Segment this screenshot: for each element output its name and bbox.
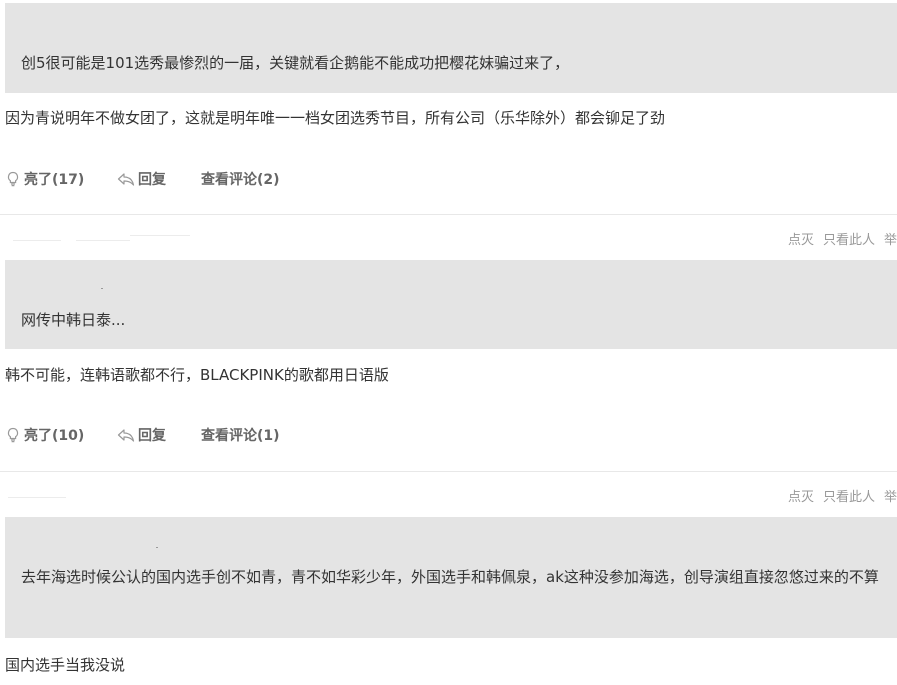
lightbulb-icon: [7, 427, 19, 443]
light-button[interactable]: 亮了(17): [5, 169, 117, 189]
username-placeholder: [76, 240, 130, 241]
only-this-user-link[interactable]: 只看此人: [823, 486, 875, 505]
reply-actions: 亮了(10) 回复 查看评论(1): [5, 425, 280, 445]
light-button[interactable]: 亮了(10): [5, 425, 117, 445]
report-link[interactable]: 举: [884, 229, 897, 248]
report-link[interactable]: 举: [884, 486, 897, 505]
quote-text: 去年海选时候公认的国内选手创不如青，青不如华彩少年，外国选手和韩佩泉，ak这种没…: [21, 568, 879, 586]
quote-text: 创5很可能是101选秀最惨烈的一届，关键就看企鹅能不能成功把樱花妹骗过来了，: [21, 54, 570, 72]
reply-button[interactable]: 回复: [117, 169, 201, 189]
dot: [156, 547, 158, 548]
light-count: 亮了(10): [24, 428, 85, 444]
reply-text: 国内选手当我没说: [5, 656, 126, 674]
reply-meta-links: 点灭 只看此人 举: [779, 229, 897, 248]
reply-arrow-icon: [117, 173, 135, 186]
view-comments-link[interactable]: 查看评论(2): [201, 169, 280, 189]
username-placeholder: [13, 240, 61, 241]
dot: [101, 288, 103, 289]
dislike-link[interactable]: 点灭: [788, 486, 814, 505]
divider: [0, 471, 897, 472]
divider: [0, 214, 897, 215]
view-comments-link[interactable]: 查看评论(1): [201, 425, 280, 445]
reply-button[interactable]: 回复: [117, 425, 201, 445]
quoted-comment: 网传中韩日泰...: [5, 260, 897, 349]
comment-thread: 创5很可能是101选秀最惨烈的一届，关键就看企鹅能不能成功把樱花妹骗过来了， 因…: [0, 0, 897, 685]
quoted-comment: 去年海选时候公认的国内选手创不如青，青不如华彩少年，外国选手和韩佩泉，ak这种没…: [5, 517, 897, 638]
view-comments-label: 查看评论(2): [201, 172, 280, 188]
reply-label: 回复: [138, 428, 166, 444]
dislike-link[interactable]: 点灭: [788, 229, 814, 248]
reply-actions: 亮了(17) 回复 查看评论(2): [5, 169, 280, 189]
quoted-comment: 创5很可能是101选秀最惨烈的一届，关键就看企鹅能不能成功把樱花妹骗过来了，: [5, 3, 897, 93]
reply-text: 韩不可能，连韩语歌都不行，BLACKPINK的歌都用日语版: [5, 366, 389, 384]
username-placeholder: [8, 497, 66, 498]
light-count: 亮了(17): [24, 172, 85, 188]
reply-label: 回复: [138, 172, 166, 188]
username-placeholder: [130, 235, 190, 236]
quote-text: 网传中韩日泰...: [21, 311, 126, 329]
reply-text: 因为青说明年不做女团了，这就是明年唯一一档女团选秀节目，所有公司（乐华除外）都会…: [5, 109, 666, 127]
reply-arrow-icon: [117, 429, 135, 442]
view-comments-label: 查看评论(1): [201, 428, 280, 444]
reply-meta-links: 点灭 只看此人 举: [779, 486, 897, 505]
only-this-user-link[interactable]: 只看此人: [823, 229, 875, 248]
lightbulb-icon: [7, 171, 19, 187]
